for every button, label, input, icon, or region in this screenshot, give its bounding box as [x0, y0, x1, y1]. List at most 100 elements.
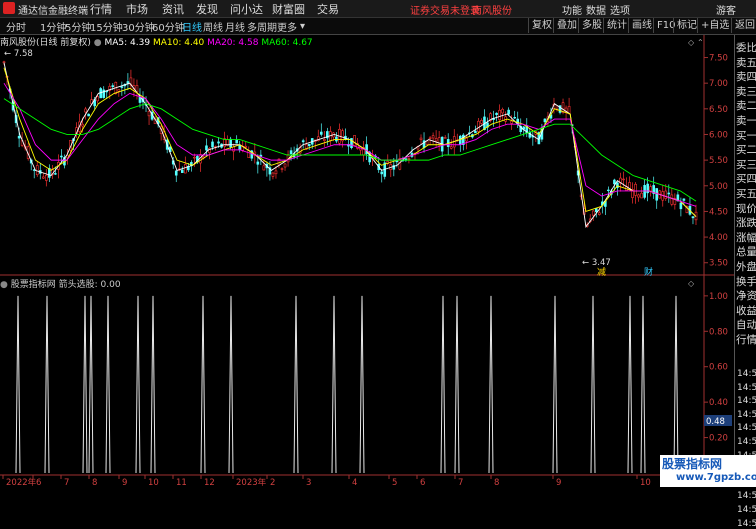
quote-row-label: 总量 — [736, 246, 756, 259]
quote-row-label: 现价 — [736, 202, 756, 215]
menu-options[interactable]: 选项 — [610, 2, 630, 17]
candle-body — [507, 109, 510, 115]
menu-ask[interactable]: 问小达 — [230, 1, 263, 17]
sub-y-tick-label: 0.40 — [709, 398, 728, 408]
chart-area[interactable]: 7.50 7.00 6.50 6.00 5.50 5.00 4.50 4.00 3.50 1.0… — [0, 35, 734, 487]
candle-body — [262, 165, 266, 171]
menu-market[interactable]: 市场 — [126, 1, 148, 17]
period-5min[interactable]: 5分钟 — [65, 19, 91, 34]
overlay-button[interactable]: 叠加 — [553, 18, 580, 33]
back-button[interactable]: 返回 — [731, 18, 756, 33]
period-timeshare[interactable]: 分时 — [6, 19, 26, 34]
x-tick-label: 9 — [122, 478, 127, 487]
quote-row-label[interactable]: 行情 — [736, 333, 756, 347]
candle-body — [634, 183, 637, 196]
period-1min[interactable]: 1分钟 — [40, 19, 66, 34]
period-more[interactable]: 更多 — [277, 19, 297, 34]
draw-line-button[interactable]: 画线 — [628, 18, 655, 33]
y-tick-label: 4.00 — [709, 233, 728, 243]
period-30min[interactable]: 30分钟 — [122, 19, 155, 34]
sub-expand-icon[interactable]: ◇ — [688, 279, 695, 288]
stock-link[interactable]: 南风股份 — [472, 2, 512, 17]
candle-body — [598, 212, 601, 215]
chevron-down-icon[interactable]: ▾ — [300, 21, 305, 32]
candle-body — [111, 85, 115, 88]
x-tick-label: 5 — [392, 478, 397, 487]
period-monthly[interactable]: 月线 — [225, 19, 245, 34]
stock-label: 南风股份(日线 前复权) — [0, 38, 91, 48]
quote-row-label: 买五 — [736, 188, 756, 200]
candle-body — [667, 192, 671, 195]
stats-button[interactable]: 统计 — [603, 18, 630, 33]
quote-row-label[interactable]: 自动 — [736, 318, 756, 332]
candle-body — [117, 89, 121, 92]
x-tick-label: 2022年 — [6, 477, 37, 487]
menu-quotes[interactable]: 行情 — [90, 1, 112, 17]
candle-body — [501, 109, 504, 114]
quote-row-label: 涨跌 — [736, 217, 756, 230]
sub-y-tick-label: 1.00 — [709, 292, 728, 302]
guest-label[interactable]: 游客 — [716, 2, 736, 17]
quote-row-label: 净资 — [736, 290, 756, 303]
tick-time: 14:5 — [737, 518, 756, 529]
menu-discover[interactable]: 发现 — [196, 1, 218, 17]
title-bar: 通达信金融终端 行情 市场 资讯 发现 问小达 财富圈 交易 证券交易未登录 南… — [0, 0, 756, 18]
candle-body — [319, 131, 323, 135]
watermark-title: 股票指标网 — [662, 457, 723, 471]
menu-function[interactable]: 功能 — [562, 2, 582, 17]
candle-body — [353, 135, 356, 146]
candle-body — [474, 130, 477, 134]
add-watchlist-button[interactable]: +自选 — [697, 18, 732, 33]
candle-body — [407, 158, 411, 160]
ma20-value: MA20: 4.58 — [207, 38, 259, 48]
candle-body — [498, 109, 501, 120]
candle-body — [271, 172, 275, 177]
y-tick-label: 7.00 — [709, 79, 728, 89]
candle-body — [60, 155, 63, 158]
app-logo-icon — [3, 2, 15, 14]
candle-body — [465, 137, 468, 142]
marker-finance[interactable]: 财 — [644, 266, 653, 278]
y-tick-label: 5.50 — [709, 156, 728, 166]
candle-body — [84, 108, 87, 113]
tick-time: 14:5 — [737, 396, 756, 407]
tick-time: 14:5 — [737, 423, 756, 434]
y-tick-label: 5.00 — [709, 182, 728, 192]
adjust-button[interactable]: 复权 — [528, 18, 555, 33]
period-60min[interactable]: 60分钟 — [152, 19, 185, 34]
period-weekly[interactable]: 周线 — [203, 19, 223, 34]
x-tick-label: 7 — [458, 478, 463, 487]
period-multi[interactable]: 多周期 — [247, 19, 277, 34]
candle-body — [96, 96, 99, 102]
period-daily[interactable]: 日线 — [182, 19, 202, 34]
multi-stock-button[interactable]: 多股 — [578, 18, 605, 33]
candle-body — [380, 171, 384, 175]
candle-body — [449, 146, 453, 149]
menu-wealth[interactable]: 财富圈 — [272, 1, 305, 17]
candle-body — [247, 150, 251, 158]
candle-body — [543, 118, 547, 123]
menu-trade[interactable]: 交易 — [317, 1, 339, 17]
x-tick-label: 2 — [270, 478, 275, 487]
ma5-value: MA5: 4.39 — [104, 38, 151, 48]
marker-reduce[interactable]: 减 — [597, 266, 606, 278]
menu-data[interactable]: 数据 — [586, 2, 606, 17]
ma10-value: MA10: 4.40 — [152, 38, 205, 48]
chevron-up-icon[interactable]: ⌃ — [697, 38, 704, 47]
quote-side-panel: 委比 卖五 卖四 卖三 卖二 卖一 买一 买二 买三 买四 买五 现价 涨跌 涨幅 总量 外盘 换手 净资 收益 自动… — [734, 35, 756, 529]
menu-news[interactable]: 资讯 — [162, 1, 184, 17]
sub-y-tick-label: 0.60 — [709, 363, 728, 373]
expand-icon[interactable]: ◇ — [688, 38, 695, 47]
quote-row-label: 卖三 — [736, 85, 756, 98]
watermark-badge: 股票指标网 www.7gpzb.com — [660, 455, 756, 487]
candle-body — [274, 170, 278, 175]
quote-row-label: 卖五 — [736, 56, 756, 69]
quote-row-label: 卖一 — [736, 115, 756, 127]
quote-row-label: 换手 — [736, 275, 756, 288]
period-15min[interactable]: 15分钟 — [90, 19, 123, 34]
candle-body — [431, 135, 435, 139]
x-tick-label: 3 — [306, 478, 311, 487]
mark-button[interactable]: 标记 — [673, 18, 700, 33]
candle-body — [2, 61, 6, 64]
login-warning[interactable]: 证券交易未登录 — [410, 2, 480, 17]
